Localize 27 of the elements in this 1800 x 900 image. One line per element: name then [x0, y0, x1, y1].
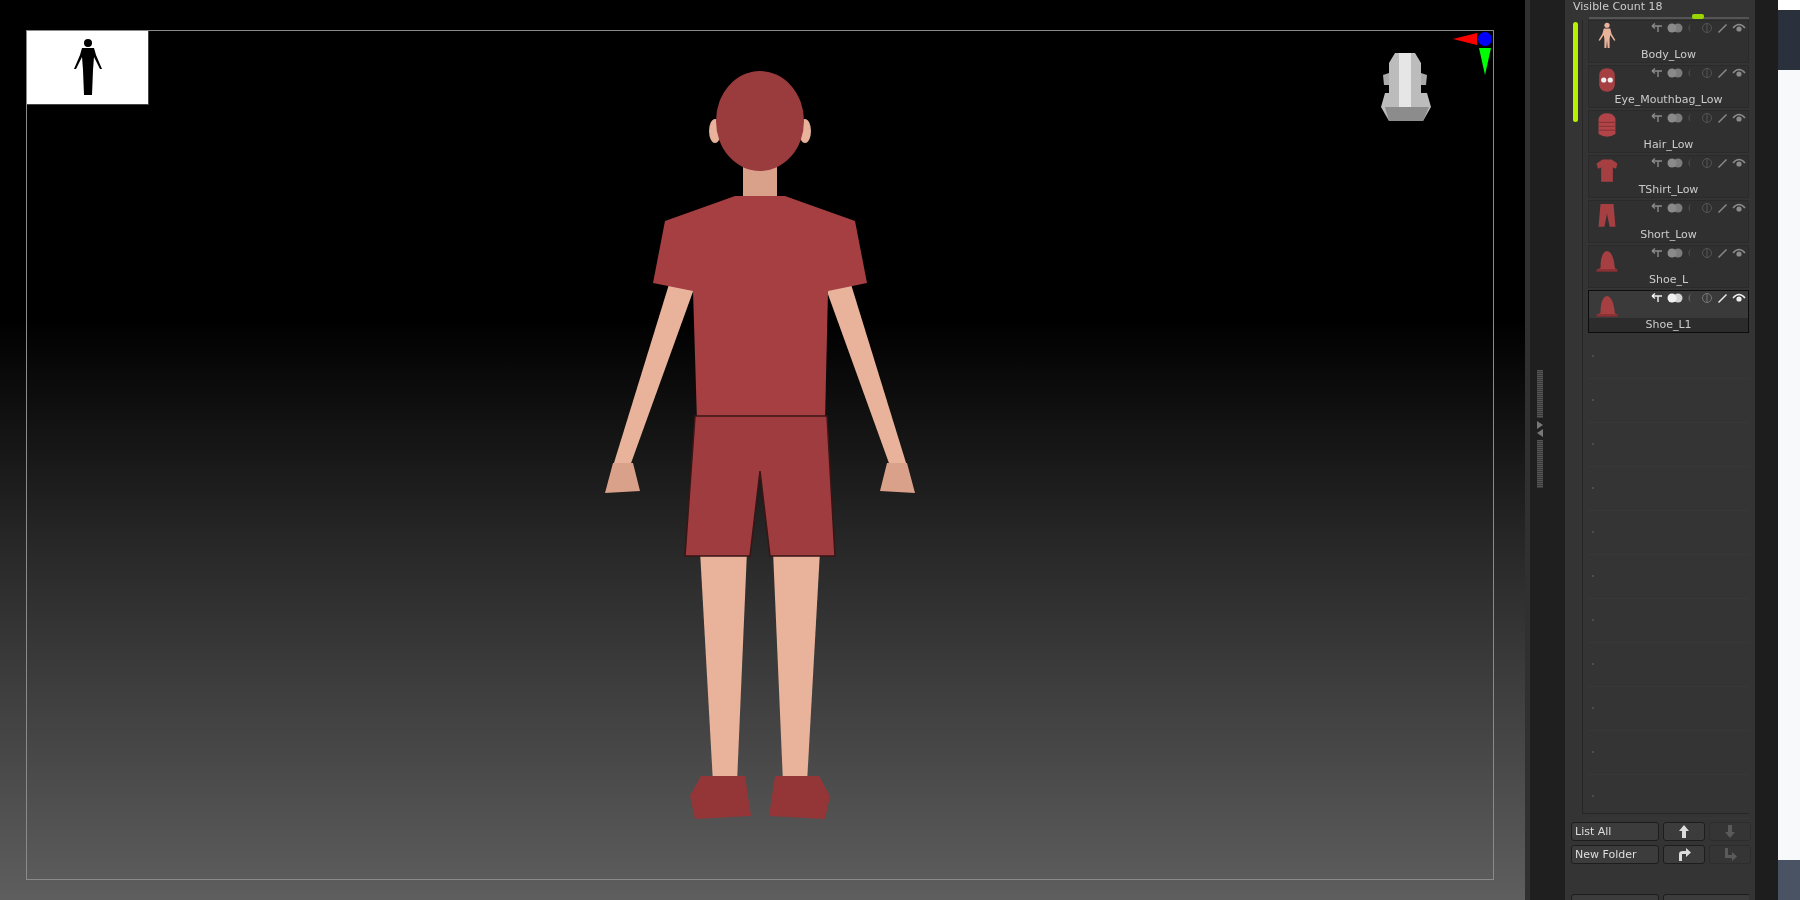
visible-count-label: Visible Count 18 [1572, 0, 1663, 14]
subtool-name: Body_Low [1641, 48, 1696, 61]
arrow-button[interactable] [1663, 822, 1705, 841]
subtool-name: Short_Low [1640, 228, 1697, 241]
turn-arrow-icon [1676, 846, 1692, 863]
double-circle-icon[interactable] [1667, 293, 1683, 303]
head-orientation-drawing[interactable] [1381, 53, 1431, 121]
list-scrollbar[interactable] [1573, 22, 1578, 122]
subtool-item[interactable]: Shoe_L1 [1588, 290, 1749, 333]
down-arrow-icon [1722, 823, 1738, 840]
up-arrow-icon [1676, 823, 1692, 840]
subtool-name: Hair_Low [1643, 138, 1694, 151]
navigator-thumbnail[interactable] [27, 31, 149, 105]
subtool-name: TShirt_Low [1638, 183, 1699, 196]
arrow-button[interactable] [1663, 845, 1705, 864]
brush-icon[interactable] [1717, 293, 1728, 303]
panel-button[interactable]: New Folder [1571, 845, 1659, 864]
axis-gizmo-drawing[interactable] [1453, 32, 1492, 75]
split-circle-icon[interactable] [1701, 293, 1713, 303]
eye-icon[interactable] [1732, 293, 1746, 303]
subtool-name: Shoe_L [1648, 273, 1689, 286]
character-model-drawing[interactable] [605, 71, 915, 819]
panel-button[interactable]: List All [1571, 822, 1659, 841]
turn-down-arrow-icon [1722, 846, 1738, 863]
subtool-name: Shoe_L1 [1645, 318, 1692, 331]
slider-thumb[interactable] [1691, 14, 1704, 19]
subtool-name: Eye_Mouthbag_Low [1614, 93, 1723, 106]
